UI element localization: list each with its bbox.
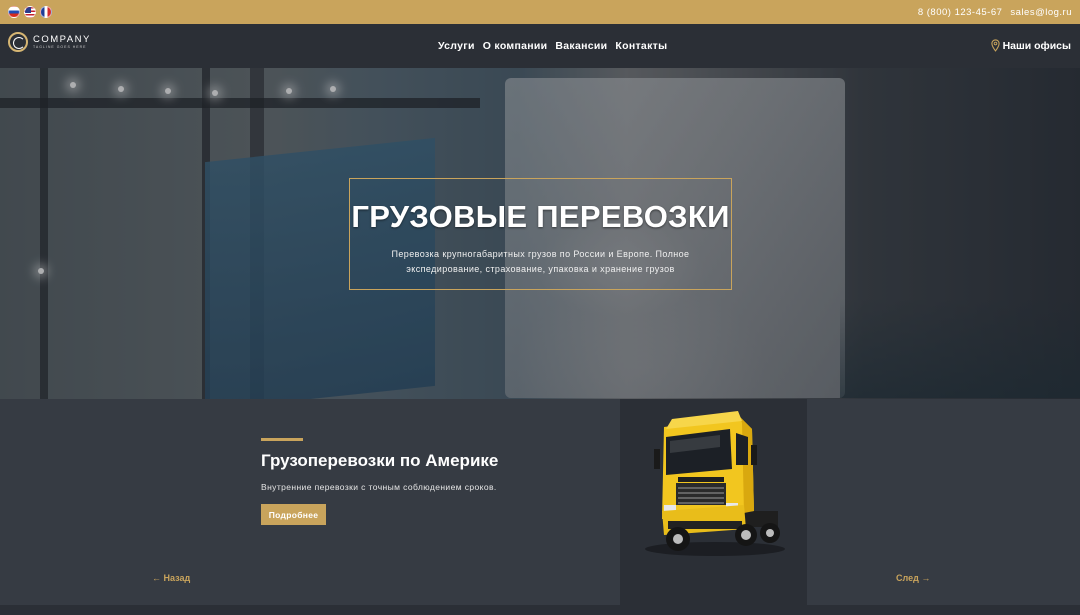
offices-link[interactable]: Наши офисы (990, 39, 1071, 52)
logo[interactable]: COMPANY TAGLINE GOES HERE (8, 32, 91, 52)
details-button[interactable]: Подробнее (261, 504, 326, 525)
truck-image-panel (620, 399, 807, 605)
offices-label: Наши офисы (1002, 39, 1071, 52)
prev-slide-button[interactable]: ← Назад (152, 573, 190, 583)
logo-icon (8, 32, 28, 52)
contacts: 8 (800) 123-45-67 sales@log.ru (918, 7, 1072, 18)
flag-fr-icon[interactable] (40, 6, 52, 18)
hero-title: ГРУЗОВЫЕ ПЕРЕВОЗКИ (351, 199, 730, 234)
menu-item-services[interactable]: Услуги (438, 40, 475, 52)
logo-tagline: TAGLINE GOES HERE (33, 45, 87, 49)
hero-caption: ГРУЗОВЫЕ ПЕРЕВОЗКИ Перевозка крупногабар… (349, 178, 732, 290)
accent-bar (261, 438, 303, 441)
menu-item-vacancies[interactable]: Вакансии (555, 40, 607, 52)
main-menu: Услуги О компании Вакансии Контакты (438, 40, 667, 52)
logo-name: COMPANY (33, 33, 91, 45)
yellow-truck-image (645, 411, 785, 556)
flag-us-icon[interactable] (24, 6, 36, 18)
next-slide-button[interactable]: След → (896, 573, 930, 583)
menu-item-about[interactable]: О компании (483, 40, 548, 52)
map-pin-icon (990, 39, 1000, 52)
slide-title: Грузоперевозки по Америке (261, 451, 499, 470)
slide-text: Внутренние перевозки с точным соблюдение… (261, 482, 497, 492)
main-navbar: COMPANY TAGLINE GOES HERE Услуги О компа… (0, 24, 1080, 68)
services-slider: Грузоперевозки по Америке Внутренние пер… (0, 399, 1080, 605)
top-bar: 8 (800) 123-45-67 sales@log.ru (0, 0, 1080, 24)
footer-strip (0, 605, 1080, 615)
menu-item-contacts[interactable]: Контакты (615, 40, 667, 52)
hero-subtitle: Перевозка крупногабаритных грузов по Рос… (391, 249, 690, 274)
language-switcher (8, 6, 52, 18)
flag-ru-icon[interactable] (8, 6, 20, 18)
phone-link[interactable]: 8 (800) 123-45-67 (918, 7, 1003, 18)
hero-banner: ГРУЗОВЫЕ ПЕРЕВОЗКИ Перевозка крупногабар… (0, 68, 1080, 399)
email-link[interactable]: sales@log.ru (1010, 7, 1072, 18)
